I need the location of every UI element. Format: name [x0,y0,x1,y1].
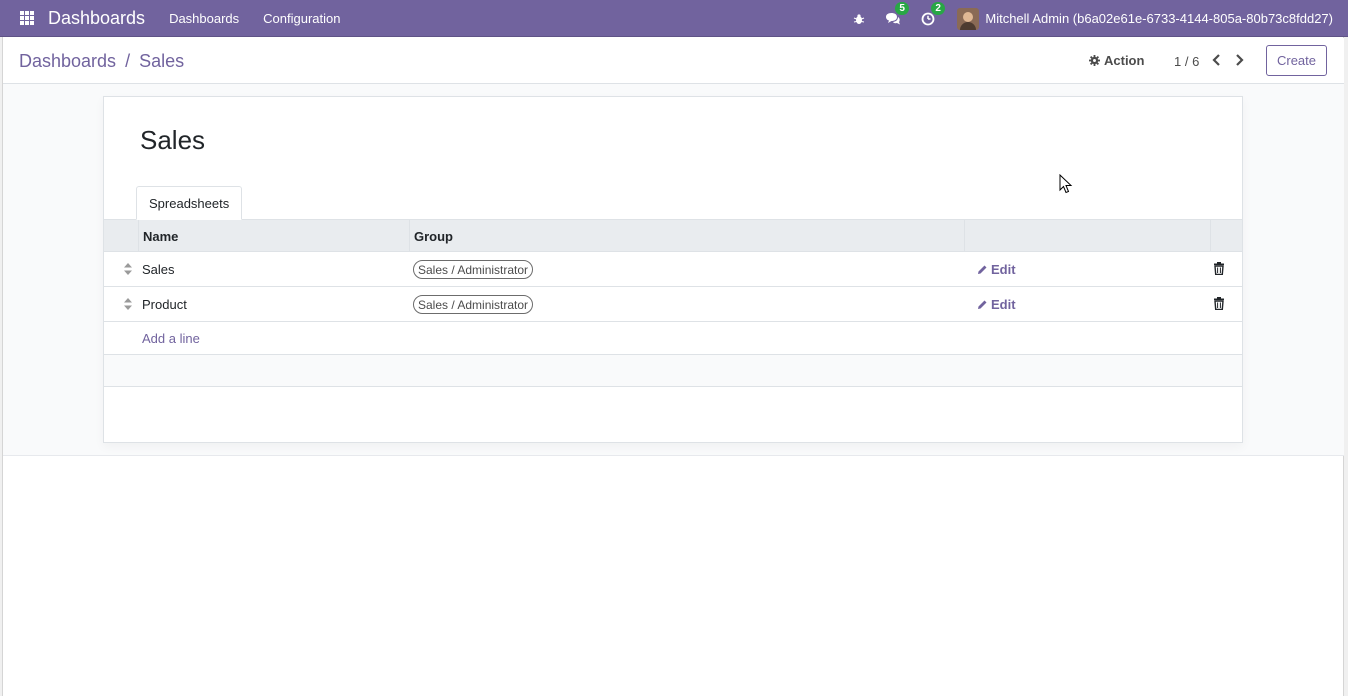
trash-icon[interactable] [1213,262,1225,275]
messages-button[interactable]: 5 [885,1,909,26]
debug-button[interactable] [853,13,865,25]
user-menu[interactable]: Mitchell Admin (b6a02e61e-6733-4144-805a… [985,11,1333,26]
table-row[interactable]: Sales Sales / Administrator Edit [104,252,1242,287]
bug-icon [854,13,865,24]
add-line-link[interactable]: Add a line [142,331,200,346]
user-avatar[interactable] [957,7,980,30]
top-navbar: Dashboards Dashboards Configuration 5 2 … [0,0,1348,37]
edit-button[interactable]: Edit [977,262,1016,277]
activities-badge: 2 [931,1,945,15]
column-header-actions [964,220,1210,252]
add-line-row: Add a line [104,322,1242,355]
trash-icon[interactable] [1213,297,1225,310]
tab-spreadsheets[interactable]: Spreadsheets [136,186,243,220]
breadcrumb-separator: / [125,51,131,71]
app-brand[interactable]: Dashboards [48,8,145,29]
messages-badge: 5 [895,1,909,15]
column-header-delete [1210,220,1242,252]
pager-value[interactable]: 1 / 6 [1174,54,1199,69]
drag-handle-icon[interactable] [123,297,133,311]
row-name[interactable]: Product [142,297,187,312]
create-button[interactable]: Create [1266,45,1327,76]
menu-dashboards[interactable]: Dashboards [169,11,239,26]
group-tag: Sales / Administrator [413,260,534,279]
spreadsheets-table: Name Group Sales Sales / Administrator E… [104,220,1242,387]
pencil-icon [978,265,987,274]
breadcrumb: Dashboards / Sales [19,51,184,72]
record-title[interactable]: Sales [140,125,205,156]
menu-configuration[interactable]: Configuration [263,11,340,26]
chevron-right-icon[interactable] [1231,51,1247,69]
gear-icon [1089,55,1100,66]
action-button[interactable]: Action [1089,53,1144,68]
action-label: Action [1104,53,1145,68]
column-header-group[interactable]: Group [409,220,964,252]
table-row[interactable]: Product Sales / Administrator Edit [104,287,1242,322]
row-name[interactable]: Sales [142,262,175,277]
drag-handle-icon[interactable] [123,262,133,276]
activities-button[interactable]: 2 [921,1,945,26]
pencil-icon [978,300,987,309]
edit-label: Edit [991,262,1016,277]
form-sheet: Sales Spreadsheets Name Group Sales Sale… [103,96,1243,443]
column-header-name[interactable]: Name [138,220,409,252]
group-tag: Sales / Administrator [413,295,534,314]
chevron-left-icon[interactable] [1209,51,1225,69]
breadcrumb-parent[interactable]: Dashboards [19,51,116,71]
edit-label: Edit [991,297,1016,312]
edit-button[interactable]: Edit [977,297,1016,312]
apps-menu-icon[interactable] [20,11,34,25]
table-footer-row [104,355,1242,387]
systray: 5 2 Mitchell Admin (b6a02e61e-6733-4144-… [833,0,1333,37]
breadcrumb-current: Sales [139,51,185,71]
table-header: Name Group [104,220,1242,252]
control-panel: Dashboards / Sales Action 1 / 6 Create [3,38,1344,84]
mouse-cursor-icon [1059,174,1073,194]
